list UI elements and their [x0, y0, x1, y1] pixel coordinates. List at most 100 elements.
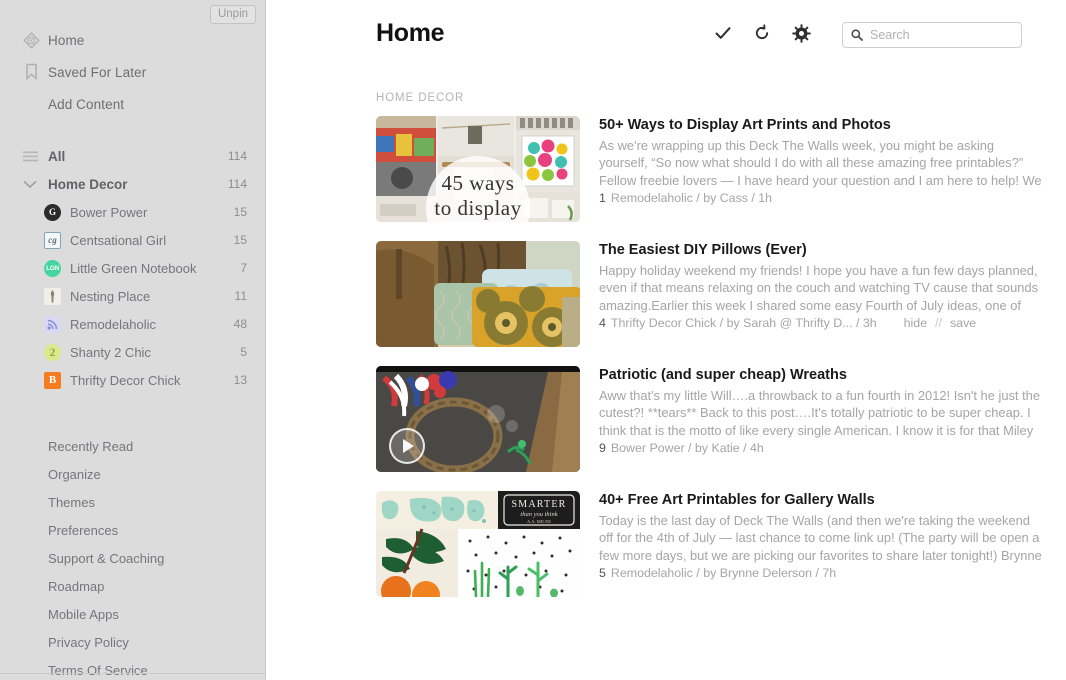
article-meta: 9 Bower Power / by Katie / 4h	[599, 440, 1046, 457]
sidebar-feed-label: Thrifty Decor Chick	[70, 372, 181, 388]
sidebar-link-themes[interactable]: Themes	[0, 488, 265, 516]
nesting-place-favicon	[44, 287, 61, 305]
sidebar-item-add-content[interactable]: Add Content	[0, 88, 265, 120]
article-item[interactable]: Patriotic (and super cheap) Wreaths Aww …	[376, 366, 1066, 472]
sidebar-group-all[interactable]: All 114	[0, 142, 265, 170]
sidebar-feed-shanty-2-chic[interactable]: 2 Shanty 2 Chic 5	[0, 338, 265, 366]
app-root: Unpin Home Saved For Later Add Content A…	[0, 0, 1066, 680]
refresh-icon[interactable]	[751, 22, 773, 44]
sidebar-link-mobile-apps[interactable]: Mobile Apps	[0, 600, 265, 628]
gear-icon[interactable]	[790, 22, 812, 44]
article-body: The Easiest DIY Pillows (Ever) Happy hol…	[599, 241, 1046, 347]
sidebar-group-home-decor-label: Home Decor	[48, 176, 128, 192]
sidebar-link-preferences[interactable]: Preferences	[0, 516, 265, 544]
search-icon	[851, 29, 863, 41]
sidebar-link-label: Organize	[48, 466, 101, 482]
sidebar-feed-bower-power[interactable]: G Bower Power 15	[0, 198, 265, 226]
article-meta: 5 Remodelaholic / by Brynne Delerson / 7…	[599, 565, 1046, 582]
hide-action[interactable]: hide	[904, 315, 927, 332]
sidebar-feed-little-green-notebook[interactable]: LGN Little Green Notebook 7	[0, 254, 265, 282]
little-green-notebook-favicon: LGN	[44, 259, 61, 277]
video-play-icon[interactable]	[389, 428, 425, 464]
sidebar-feed-nesting-place[interactable]: Nesting Place 11	[0, 282, 265, 310]
article-thumbnail[interactable]	[376, 241, 580, 347]
article-excerpt: As we're wrapping up this Deck The Walls…	[599, 138, 1042, 188]
sidebar-link-organize[interactable]: Organize	[0, 460, 265, 488]
sidebar-link-support-and-coaching[interactable]: Support & Coaching	[0, 544, 265, 572]
sidebar-feed-label: Remodelaholic	[70, 316, 156, 332]
sidebar-feed-count: 15	[233, 205, 247, 219]
sidebar-link-recently-read[interactable]: Recently Read	[0, 432, 265, 460]
sidebar-group-all-label: All	[48, 148, 66, 164]
article-meta: 4 Thrifty Decor Chick / by Sarah @ Thrif…	[599, 315, 1046, 332]
thumb-caption-line-2: to display	[434, 196, 522, 220]
sidebar-link-terms-of-service[interactable]: Terms Of Service	[0, 656, 265, 680]
sidebar-divider	[0, 673, 265, 674]
article-thumbnail[interactable]	[376, 366, 580, 472]
search-box[interactable]	[842, 22, 1022, 48]
sidebar-link-label: Mobile Apps	[48, 606, 119, 622]
toolbar-actions	[712, 22, 812, 44]
article-body: Patriotic (and super cheap) Wreaths Aww …	[599, 366, 1046, 472]
sidebar-item-home-label: Home	[48, 32, 85, 48]
article-item[interactable]: The Easiest DIY Pillows (Ever) Happy hol…	[376, 241, 1066, 347]
save-action[interactable]: save	[950, 315, 976, 332]
sidebar-feed-remodelaholic[interactable]: Remodelaholic 48	[0, 310, 265, 338]
shanty-2-chic-favicon: 2	[44, 343, 61, 361]
page-title: Home	[376, 19, 445, 47]
sidebar-feed-label: Shanty 2 Chic	[70, 344, 151, 360]
mark-all-read-check-icon[interactable]	[712, 22, 734, 44]
sidebar: Unpin Home Saved For Later Add Content A…	[0, 0, 266, 680]
article-title[interactable]: The Easiest DIY Pillows (Ever)	[599, 241, 1046, 259]
sidebar-feed-label: Bower Power	[70, 204, 148, 220]
article-byline: Remodelaholic / by Brynne Delerson / 7h	[610, 566, 837, 580]
thumb-caption-line-1: 45 ways	[441, 171, 515, 195]
sidebar-link-label: Privacy Policy	[48, 634, 129, 650]
article-byline: Bower Power / by Katie / 4h	[610, 440, 764, 455]
sidebar-item-saved-for-later[interactable]: Saved For Later	[0, 56, 265, 88]
sidebar-feed-count: 13	[233, 373, 247, 387]
article-item[interactable]: 45 ways to display 50+ Ways to Display A…	[376, 116, 1066, 222]
article-title[interactable]: 40+ Free Art Printables for Gallery Wall…	[599, 491, 1046, 509]
sidebar-groups: All 114 Home Decor 114 G Bower Power 15	[0, 142, 265, 394]
sidebar-feed-label: Little Green Notebook	[70, 260, 197, 276]
sidebar-link-label: Recently Read	[48, 438, 134, 454]
article-body: 50+ Ways to Display Art Prints and Photo…	[599, 116, 1046, 222]
home-tag-icon	[21, 30, 41, 50]
hamburger-icon	[20, 151, 40, 162]
article-thumbnail[interactable]: SMARTER than you think A.A. MILNE	[376, 491, 580, 597]
search-input[interactable]	[870, 28, 1013, 42]
sidebar-feed-count: 5	[240, 345, 247, 359]
sidebar-feed-count: 48	[233, 317, 247, 331]
bookmark-icon	[21, 62, 41, 82]
article-title[interactable]: Patriotic (and super cheap) Wreaths	[599, 366, 1046, 384]
sidebar-group-home-decor-count: 114	[227, 177, 247, 191]
chevron-down-icon[interactable]	[20, 180, 40, 189]
sidebar-feed-thrifty-decor-chick[interactable]: B Thrifty Decor Chick 13	[0, 366, 265, 394]
article-meta: 1 Remodelaholic / by Cass / 1h	[599, 190, 1046, 207]
sidebar-link-roadmap[interactable]: Roadmap	[0, 572, 265, 600]
article-title[interactable]: 50+ Ways to Display Art Prints and Photo…	[599, 116, 1046, 134]
main-content: Home Search HOME DECOR 45 ways to displa…	[266, 0, 1066, 680]
article-byline: Remodelaholic / by Cass / 1h	[610, 191, 773, 205]
sidebar-group-home-decor[interactable]: Home Decor 114	[0, 170, 265, 198]
sidebar-link-privacy-policy[interactable]: Privacy Policy	[0, 628, 265, 656]
article-actions: hide // save	[904, 315, 977, 332]
article-comment-count: 5	[599, 566, 606, 580]
sidebar-item-home[interactable]: Home	[0, 24, 265, 56]
bower-power-favicon: G	[44, 203, 61, 221]
sidebar-feed-centsational-girl[interactable]: cg Centsational Girl 15	[0, 226, 265, 254]
article-excerpt: Happy holiday weekend my friends! I hope…	[599, 263, 1039, 313]
article-thumbnail[interactable]: 45 ways to display	[376, 116, 580, 222]
header-toolbar: Home	[266, 0, 1066, 72]
unpin-button[interactable]: Unpin	[210, 5, 256, 24]
add-content-spacer	[21, 94, 41, 114]
sidebar-link-label: Preferences	[48, 522, 119, 538]
article-item[interactable]: SMARTER than you think A.A. MILNE 40+ Fr…	[376, 491, 1066, 597]
sidebar-link-label: Roadmap	[48, 578, 105, 594]
sidebar-feed-label: Centsational Girl	[70, 232, 167, 248]
sidebar-link-label: Support & Coaching	[48, 550, 165, 566]
article-excerpt: Today is the last day of Deck The Walls …	[599, 513, 1042, 563]
svg-text:than you think: than you think	[520, 511, 557, 518]
article-comment-count: 9	[599, 440, 606, 455]
